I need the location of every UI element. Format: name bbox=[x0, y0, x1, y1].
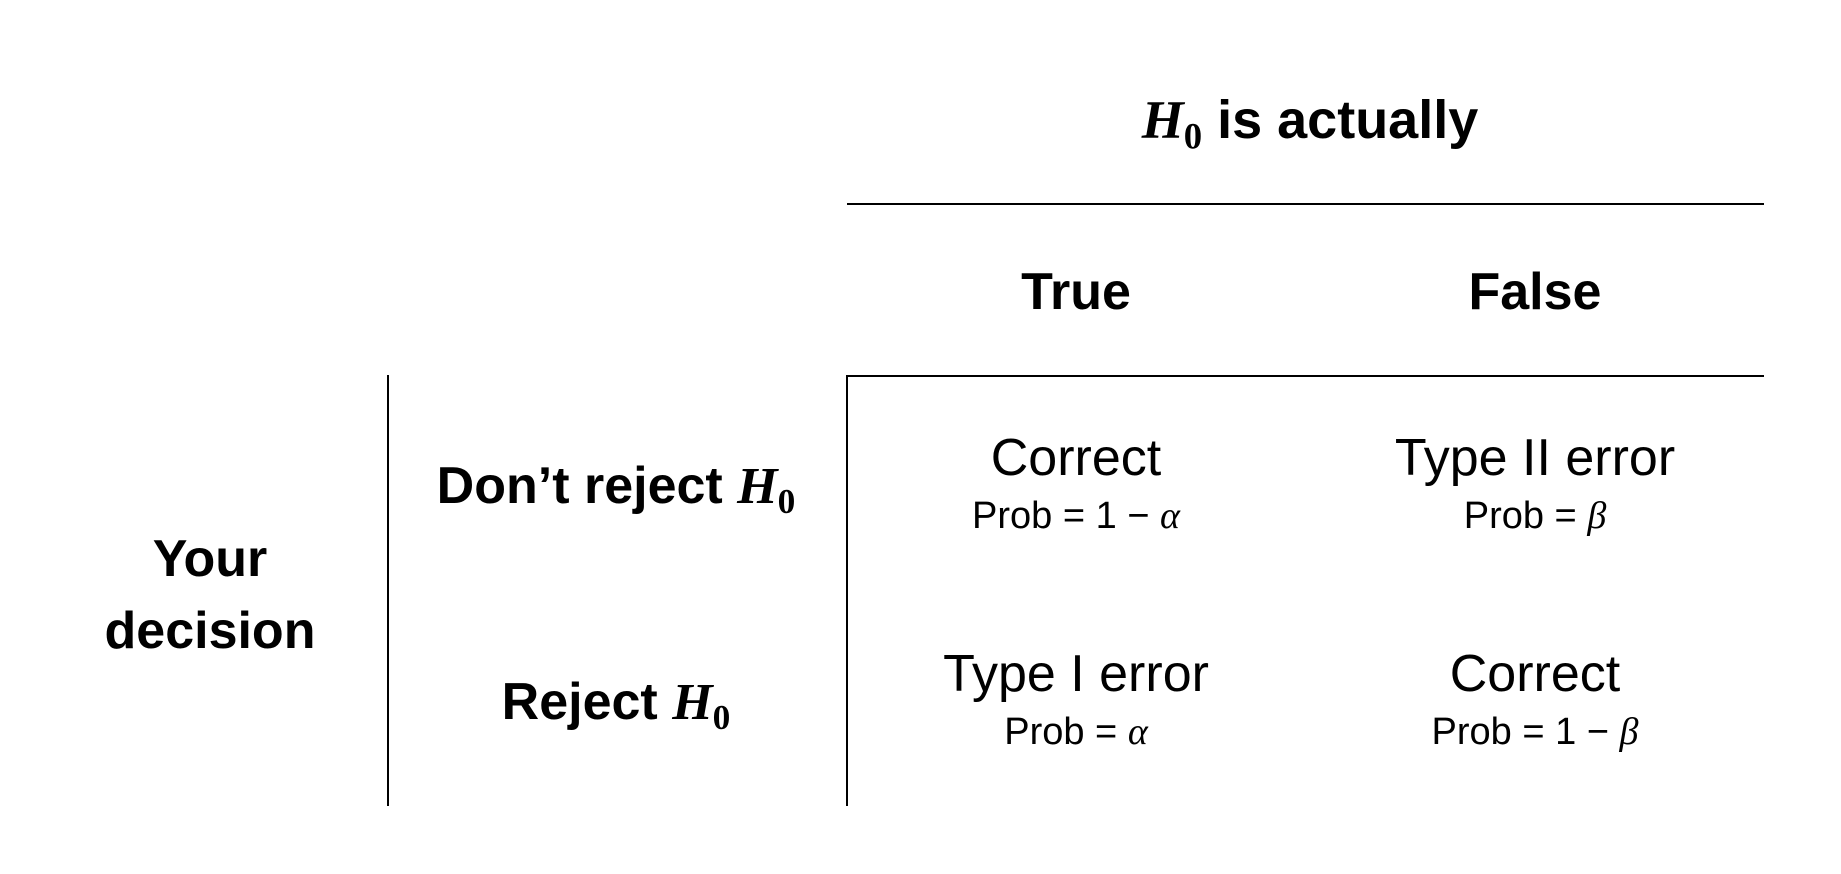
h0-symbol: H0 bbox=[672, 674, 730, 737]
h-symbol-base: H bbox=[1141, 90, 1184, 150]
probability-prefix: Prob = bbox=[1463, 495, 1588, 537]
row-header-reject-text: Reject bbox=[501, 673, 673, 731]
cell-outcome: Correct bbox=[990, 429, 1162, 487]
probability-prefix: Prob = 1 − bbox=[1431, 711, 1620, 753]
beta-symbol: β bbox=[1587, 495, 1607, 537]
table-left-border bbox=[846, 375, 848, 806]
cell-false-dont-reject: Type II error Prob = β bbox=[1325, 428, 1745, 540]
row-header-reject: Reject H0 bbox=[406, 672, 826, 747]
cell-outcome: Correct bbox=[1449, 645, 1621, 703]
actual-state-header-text: is actually bbox=[1202, 90, 1479, 150]
decision-label-line2: decision bbox=[104, 602, 316, 660]
beta-symbol: β bbox=[1619, 711, 1639, 753]
cell-true-reject: Type I error Prob = α bbox=[866, 644, 1286, 756]
cell-true-dont-reject: Correct Prob = 1 − α bbox=[866, 428, 1286, 540]
cell-probability: Prob = α bbox=[866, 708, 1286, 756]
row-header-dont-reject-text: Don’t reject bbox=[436, 457, 738, 515]
probability-prefix: Prob = 1 − bbox=[972, 495, 1161, 537]
table-top-border bbox=[847, 375, 1764, 377]
actual-state-header: H0 is actually bbox=[960, 88, 1660, 168]
cell-outcome: Type I error bbox=[943, 645, 1209, 703]
column-header-true: True bbox=[1021, 263, 1131, 321]
h-symbol-base: H bbox=[672, 674, 713, 731]
row-header-dont-reject: Don’t reject H0 bbox=[406, 456, 826, 531]
h-symbol-base: H bbox=[737, 458, 778, 515]
header-divider bbox=[847, 203, 1764, 205]
cell-probability: Prob = 1 − β bbox=[1325, 708, 1745, 756]
decision-label: Your decision bbox=[80, 523, 340, 667]
h0-symbol: H0 bbox=[737, 458, 795, 521]
cell-false-reject: Correct Prob = 1 − β bbox=[1325, 644, 1745, 756]
column-header-false: False bbox=[1468, 263, 1602, 321]
cell-outcome: Type II error bbox=[1394, 429, 1676, 487]
decision-label-line1: Your bbox=[152, 530, 268, 588]
cell-probability: Prob = β bbox=[1325, 492, 1745, 540]
h0-symbol: H0 bbox=[1141, 90, 1202, 156]
probability-prefix: Prob = bbox=[1004, 711, 1128, 753]
h-symbol-subscript: 0 bbox=[777, 480, 796, 521]
h-symbol-subscript: 0 bbox=[1183, 115, 1203, 157]
alpha-symbol: α bbox=[1160, 495, 1180, 537]
h-symbol-subscript: 0 bbox=[712, 696, 731, 737]
row-header-divider bbox=[387, 375, 389, 806]
alpha-symbol: α bbox=[1127, 711, 1148, 753]
cell-probability: Prob = 1 − α bbox=[866, 492, 1286, 540]
